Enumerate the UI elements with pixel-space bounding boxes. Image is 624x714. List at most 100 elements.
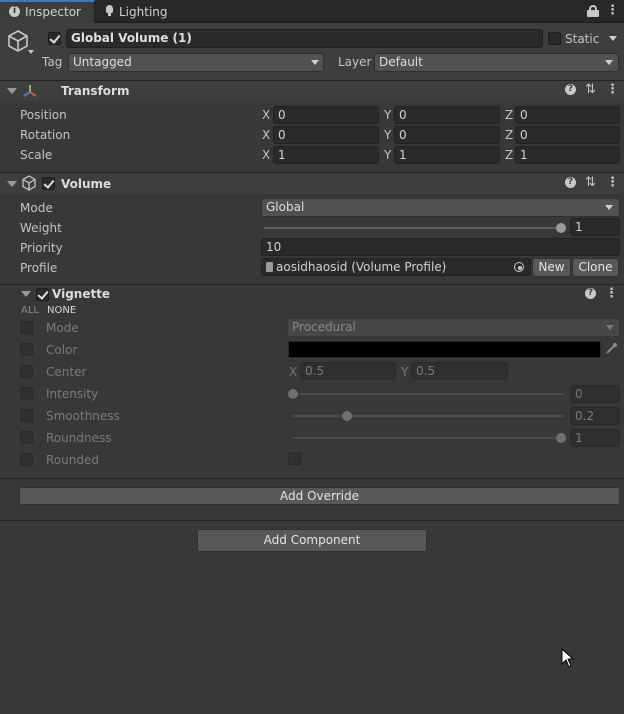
- static-label: Static: [565, 32, 600, 46]
- intensity-field[interactable]: 0: [570, 385, 620, 403]
- center-override-checkbox[interactable]: [20, 365, 33, 378]
- position-x-field[interactable]: 0: [273, 106, 379, 124]
- roundness-slider-track[interactable]: [292, 437, 565, 439]
- position-z-label: Z: [505, 108, 514, 122]
- tab-lighting-label: Lighting: [119, 5, 168, 19]
- vignette-mode-label: Mode: [46, 321, 79, 335]
- gameobject-active-checkbox[interactable]: [48, 32, 61, 45]
- add-override-button[interactable]: Add Override: [19, 487, 620, 505]
- component-menu-icon[interactable]: ⋮: [606, 83, 619, 96]
- rounded-checkbox[interactable]: [288, 452, 301, 465]
- center-y-field[interactable]: 0.5: [411, 362, 508, 380]
- kebab-menu-icon[interactable]: ⋮: [606, 4, 619, 17]
- vignette-mode-dropdown[interactable]: Procedural: [287, 318, 620, 337]
- preset-sliders-icon[interactable]: ⇅: [585, 83, 596, 96]
- all-toggle-button[interactable]: ALL: [21, 306, 39, 316]
- tag-dropdown[interactable]: Untagged: [68, 53, 324, 72]
- layer-dropdown-caret: [605, 60, 613, 65]
- add-component-button[interactable]: Add Component: [197, 529, 427, 552]
- rounded-label: Rounded: [46, 453, 99, 467]
- mode-override-checkbox[interactable]: [20, 321, 33, 334]
- static-checkbox[interactable]: [548, 32, 561, 45]
- rotation-y-label: Y: [384, 128, 392, 142]
- profile-field[interactable]: aosidhaosid (Volume Profile): [261, 258, 531, 276]
- vignette-foldout-arrow[interactable]: [21, 291, 31, 297]
- volume-mode-value: Global: [266, 200, 305, 214]
- intensity-override-checkbox[interactable]: [20, 387, 33, 400]
- volume-help-icon[interactable]: ?: [565, 177, 576, 188]
- layer-value: Default: [379, 55, 423, 69]
- scale-z-field[interactable]: 1: [515, 146, 620, 164]
- transform-title: Transform: [61, 84, 130, 98]
- help-icon[interactable]: ?: [565, 84, 576, 95]
- tag-dropdown-caret: [311, 60, 319, 65]
- center-label: Center: [46, 365, 87, 379]
- volume-title: Volume: [61, 177, 112, 191]
- position-z-field[interactable]: 0: [515, 106, 620, 124]
- gameobject-name-field[interactable]: Global Volume (1): [66, 29, 543, 48]
- tag-value: Untagged: [73, 55, 132, 69]
- scale-z-label: Z: [505, 148, 514, 162]
- scale-y-field[interactable]: 1: [394, 146, 500, 164]
- vignette-mode-caret: [606, 325, 614, 330]
- smoothness-override-checkbox[interactable]: [20, 409, 33, 422]
- center-x-field[interactable]: 0.5: [300, 362, 396, 380]
- layer-label: Layer: [338, 55, 372, 69]
- roundness-slider-knob[interactable]: [556, 433, 566, 443]
- eyedropper-icon[interactable]: [605, 342, 618, 355]
- rotation-z-field[interactable]: 0: [515, 126, 620, 144]
- weight-label: Weight: [20, 221, 62, 235]
- volume-mode-dropdown[interactable]: Global: [261, 198, 620, 217]
- roundness-field[interactable]: 1: [570, 429, 620, 447]
- lock-icon[interactable]: [587, 10, 599, 17]
- vignette-enabled-checkbox[interactable]: [36, 288, 49, 301]
- gameobject-cube-icon: [8, 30, 28, 52]
- color-swatch[interactable]: [288, 341, 601, 358]
- intensity-slider-track[interactable]: [292, 393, 565, 395]
- rotation-y-field[interactable]: 0: [394, 126, 500, 144]
- smoothness-slider-track[interactable]: [292, 415, 565, 417]
- volume-enabled-checkbox[interactable]: [42, 177, 55, 190]
- weight-field[interactable]: 1: [570, 218, 620, 236]
- weight-slider-track[interactable]: [264, 227, 563, 229]
- weight-slider-knob[interactable]: [556, 223, 566, 233]
- rotation-z-label: Z: [505, 128, 514, 142]
- component-separator: [0, 520, 624, 521]
- rotation-x-field[interactable]: 0: [273, 126, 379, 144]
- transform-axes-icon: [23, 85, 37, 97]
- vignette-help-icon[interactable]: ?: [585, 288, 596, 299]
- profile-label: Profile: [20, 261, 58, 275]
- smoothness-field[interactable]: 0.2: [570, 407, 620, 425]
- clone-profile-button[interactable]: Clone: [572, 258, 619, 277]
- smoothness-label: Smoothness: [46, 409, 120, 423]
- priority-field[interactable]: 10: [261, 238, 620, 256]
- scale-x-field[interactable]: 1: [273, 146, 379, 164]
- tab-inspector-label: Inspector: [25, 5, 81, 19]
- color-override-checkbox[interactable]: [20, 343, 33, 356]
- volume-mode-caret: [605, 205, 613, 210]
- position-y-field[interactable]: 0: [394, 106, 500, 124]
- static-dropdown-caret[interactable]: [609, 36, 617, 41]
- rotation-x-label: X: [262, 128, 271, 142]
- rounded-override-checkbox[interactable]: [20, 453, 33, 466]
- layer-dropdown[interactable]: Default: [374, 53, 619, 72]
- roundness-label: Roundness: [46, 431, 112, 445]
- volume-profile-asset-icon: [266, 262, 273, 272]
- volume-menu-icon[interactable]: ⋮: [606, 176, 619, 189]
- transform-foldout-arrow[interactable]: [7, 88, 17, 94]
- roundness-override-checkbox[interactable]: [20, 431, 33, 444]
- volume-foldout-arrow[interactable]: [7, 181, 17, 187]
- new-profile-button[interactable]: New: [532, 258, 571, 277]
- volume-preset-icon[interactable]: ⇅: [585, 176, 596, 189]
- info-icon: i: [9, 6, 20, 17]
- smoothness-slider-knob[interactable]: [341, 411, 352, 421]
- intensity-slider-knob[interactable]: [288, 389, 298, 399]
- mouse-cursor-icon: [561, 648, 575, 668]
- volume-mode-label: Mode: [20, 201, 53, 215]
- volume-cube-icon: [22, 175, 36, 191]
- none-toggle-button[interactable]: NONE: [47, 306, 76, 316]
- vignette-title: Vignette: [52, 287, 111, 301]
- object-picker-icon-dot: [518, 266, 522, 270]
- icon-dropdown-caret[interactable]: [28, 50, 34, 54]
- vignette-menu-icon[interactable]: ⋮: [605, 287, 618, 300]
